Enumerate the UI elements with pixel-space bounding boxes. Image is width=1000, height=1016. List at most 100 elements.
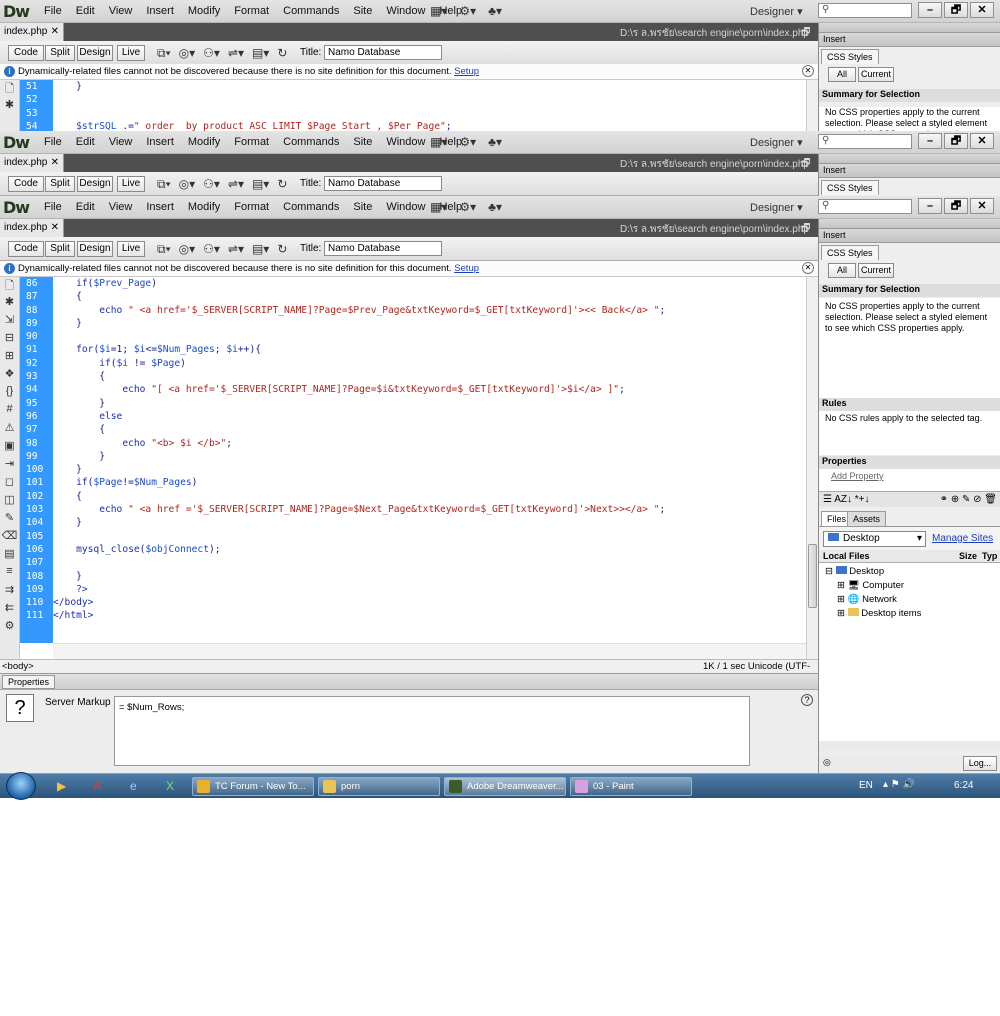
code-line[interactable]: if($Prev_Page) (53, 277, 806, 290)
scroll-thumb[interactable] (808, 544, 817, 608)
code-line[interactable]: { (53, 490, 806, 503)
layout-icon[interactable]: ▦▾ (430, 200, 447, 214)
code-editor[interactable]: if($Prev_Page) { echo " <a href='$_SERVE… (53, 277, 806, 643)
multiscreen-icon[interactable]: ⧉▾ (157, 177, 171, 192)
taskbar-button-paint[interactable]: 03 - Paint (570, 777, 692, 796)
menu-format[interactable]: Format (227, 136, 276, 148)
menu-insert[interactable]: Insert (139, 201, 181, 213)
code-view-button[interactable]: Code (8, 241, 44, 257)
format-code-icon[interactable]: ⚙ (0, 619, 19, 637)
menu-view[interactable]: View (102, 136, 140, 148)
code-line[interactable]: $strSQL .=" order by product ASC LIMIT $… (53, 120, 806, 131)
taskbar-button-dreamweaver[interactable]: Adobe Dreamweaver... (444, 777, 566, 796)
search-input[interactable]: ⚲ (818, 199, 912, 214)
code-line[interactable]: } (53, 80, 806, 93)
format-source-icon[interactable]: ≡ (0, 565, 19, 583)
live-view-button[interactable]: Live (117, 176, 145, 192)
split-view-button[interactable]: Split (45, 45, 75, 61)
code-line[interactable]: </body> (53, 596, 806, 609)
split-view-button[interactable]: Split (45, 241, 75, 257)
taskbar-button-folder[interactable]: porn (318, 777, 440, 796)
site-icon[interactable]: ♣▾ (488, 135, 502, 149)
debug-icon[interactable]: ⚇▾ (203, 242, 220, 257)
properties-tab[interactable]: Properties (2, 675, 56, 689)
tree-item-desktop-items[interactable]: ⊞ Desktop items (837, 608, 921, 619)
open-documents-icon[interactable]: 🗋 (0, 277, 19, 295)
visual-aids-icon[interactable]: ⇌▾ (228, 242, 244, 257)
close-info-icon[interactable]: ✕ (802, 262, 814, 274)
open-documents-icon[interactable]: 🗋 (0, 80, 19, 98)
minimize-button[interactable]: – (918, 198, 942, 214)
code-line[interactable]: echo "[ <a href='$_SERVER[SCRIPT_NAME]?P… (53, 383, 806, 396)
log-button[interactable]: Log... (963, 756, 997, 771)
ie-icon[interactable]: e (130, 779, 137, 793)
collapse-full-tag-icon[interactable]: ⇲ (0, 313, 19, 331)
gear-icon[interactable]: ⚙▾ (459, 200, 476, 214)
move-css-icon[interactable]: ◫ (0, 493, 19, 511)
restore-button[interactable]: 🗗 (944, 198, 968, 214)
tree-item-network[interactable]: ⊞ 🌐 Network (837, 594, 897, 605)
menu-modify[interactable]: Modify (181, 201, 227, 213)
browser-icon[interactable]: ◎▾ (179, 46, 196, 61)
code-line[interactable]: } (53, 570, 806, 583)
language-indicator[interactable]: EN (859, 780, 873, 791)
refresh-icon[interactable]: ↻ (277, 46, 287, 61)
code-line[interactable]: </html> (53, 609, 806, 622)
balance-braces-icon[interactable]: {} (0, 385, 19, 403)
tag-selector[interactable]: <body> (2, 661, 34, 672)
menu-edit[interactable]: Edit (69, 136, 102, 148)
wrap-tag-icon[interactable]: ▤ (0, 547, 19, 565)
close-button[interactable]: ✕ (970, 133, 994, 149)
set-properties-icon[interactable]: *+↓ (855, 494, 870, 505)
col-local-files[interactable]: Local Files (823, 551, 870, 561)
workspace-switcher[interactable]: Designer ▾ (750, 5, 803, 18)
taskbar-button-chrome[interactable]: TC Forum - New To... (192, 777, 314, 796)
restore-button[interactable]: 🗗 (944, 133, 968, 149)
menu-insert[interactable]: Insert (139, 136, 181, 148)
code-line[interactable]: else (53, 410, 806, 423)
css-all-button[interactable]: All (828, 67, 856, 82)
alpha-view-icon[interactable]: AZ↓ (834, 494, 852, 505)
css-current-button[interactable]: Current (858, 263, 894, 278)
code-view-button[interactable]: Code (8, 45, 44, 61)
category-view-icon[interactable]: ☰ (823, 494, 832, 505)
code-line[interactable]: } (53, 317, 806, 330)
menu-site[interactable]: Site (346, 201, 379, 213)
menu-file[interactable]: File (37, 136, 69, 148)
search-input[interactable]: ⚲ (818, 3, 912, 18)
menu-commands[interactable]: Commands (276, 201, 346, 213)
design-view-button[interactable]: Design (77, 45, 113, 61)
code-editor[interactable]: } $strSQL .=" order by product ASC LIMIT… (53, 80, 806, 131)
horizontal-scrollbar[interactable] (53, 643, 806, 659)
indent-icon[interactable]: ⇉ (0, 583, 19, 601)
menu-format[interactable]: Format (227, 201, 276, 213)
close-button[interactable]: ✕ (970, 2, 994, 18)
tree-item-computer[interactable]: ⊞ 🖥 Computer (837, 580, 904, 591)
restore-button[interactable]: 🗗 (944, 2, 968, 18)
code-line[interactable]: echo "<b> $i </b>"; (53, 437, 806, 450)
live-view-button[interactable]: Live (117, 241, 145, 257)
code-line[interactable]: } (53, 450, 806, 463)
menu-format[interactable]: Format (227, 5, 276, 17)
menu-view[interactable]: View (102, 5, 140, 17)
code-line[interactable] (53, 530, 806, 543)
collapse-selection-icon[interactable]: ⊟ (0, 331, 19, 349)
code-line[interactable]: } (53, 397, 806, 410)
code-line[interactable] (53, 556, 806, 569)
code-line[interactable]: for($i=1; $i<=$Num_Pages; $i++){ (53, 343, 806, 356)
minimize-button[interactable]: – (918, 133, 942, 149)
start-button[interactable] (6, 772, 36, 800)
restore-doc-icon[interactable]: 🗗 (801, 156, 810, 173)
restore-doc-icon[interactable]: 🗗 (801, 221, 810, 238)
code-line[interactable]: { (53, 370, 806, 383)
code-line[interactable]: { (53, 290, 806, 303)
recent-snippets-icon[interactable]: ◻ (0, 475, 19, 493)
css-actions-icons[interactable]: ⚭ ⊕ ✎ ⊘ 🗑 (940, 494, 997, 505)
manage-sites-link[interactable]: Manage Sites (932, 533, 993, 544)
close-info-icon[interactable]: ✕ (802, 65, 814, 77)
validate-icon[interactable]: ▤▾ (252, 46, 269, 61)
code-line[interactable]: if($Page!=$Num_Pages) (53, 476, 806, 489)
minimize-button[interactable]: – (918, 2, 942, 18)
menu-modify[interactable]: Modify (181, 5, 227, 17)
menu-site[interactable]: Site (346, 5, 379, 17)
